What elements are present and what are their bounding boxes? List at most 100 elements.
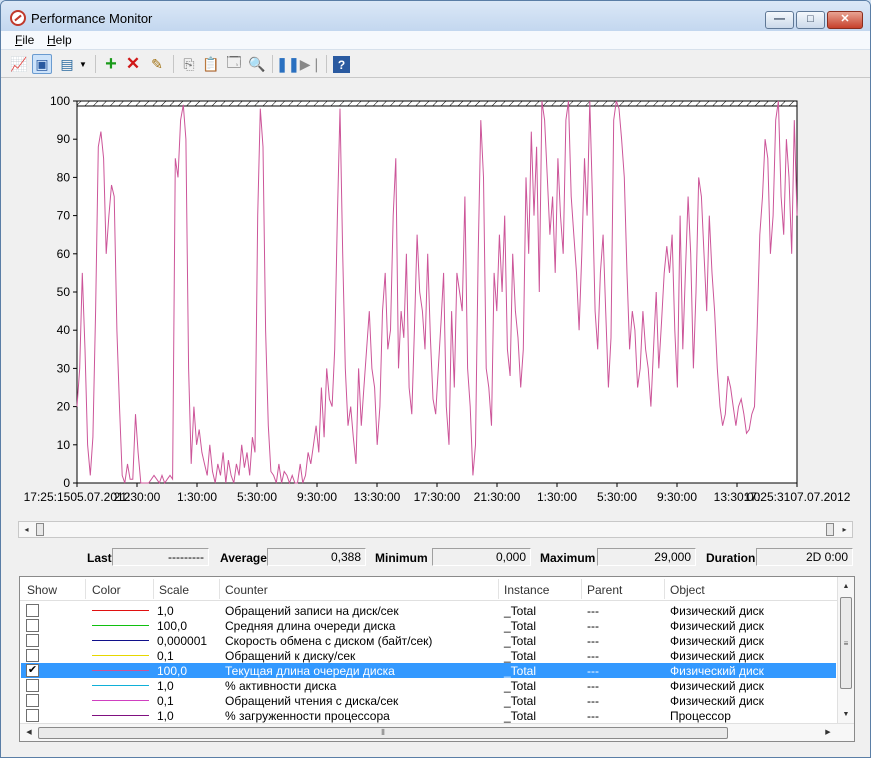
view-graph-icon: 📈 (10, 55, 28, 72)
vertical-scroll-thumb[interactable]: ≡ (840, 597, 852, 689)
legend-cell-parent: --- (587, 694, 599, 708)
legend-cell-parent: --- (587, 604, 599, 618)
column-header-object[interactable]: Object (670, 583, 705, 597)
line-chart[interactable]: 100908070605040302010017:25:1505.07.2012… (1, 79, 870, 519)
legend-row[interactable]: 1,0 % загруженности процессора _Total --- Пр… (21, 708, 836, 723)
legend-cell-scale: 0,000001 (157, 634, 208, 648)
close-button[interactable]: ✕ (827, 11, 863, 29)
show-checkbox[interactable] (26, 679, 39, 692)
delete-counter-button[interactable]: ✕ (123, 54, 143, 74)
column-header-counter[interactable]: Counter (225, 583, 268, 597)
scroll-left-icon[interactable]: ◀ (21, 725, 37, 740)
graph-type-dropdown[interactable]: ▼ (77, 54, 89, 74)
freeze-display-button[interactable]: ❚❚ (276, 54, 299, 74)
x-tick-label: 5:30:00 (237, 490, 277, 504)
menu-file[interactable]: File (15, 33, 34, 47)
legend-row[interactable]: ✔ 100,0 Текущая длина очереди диска _Total -… (21, 663, 836, 678)
scroll-right-icon[interactable]: ▸ (837, 522, 852, 537)
column-divider[interactable] (85, 579, 86, 599)
add-counter-button[interactable]: + (101, 52, 121, 75)
close-icon: ✕ (840, 13, 850, 25)
show-checkbox[interactable] (26, 709, 39, 722)
scroll-right-icon[interactable]: ▶ (820, 725, 836, 740)
show-checkbox[interactable]: ✔ (26, 664, 39, 677)
legend-row[interactable]: 100,0 Средняя длина очереди диска _Total --… (21, 618, 836, 633)
scroll-left-icon[interactable]: ◂ (19, 522, 34, 537)
view-report-button[interactable]: ▤ (57, 54, 77, 74)
copy-properties-button[interactable]: ⎘ (179, 54, 199, 74)
column-divider[interactable] (581, 579, 582, 599)
legend-cell-counter: Скорость обмена с диском (байт/сек) (225, 634, 433, 648)
paste-counter-list-button[interactable]: 📋 (201, 54, 221, 74)
toolbar-separator (173, 55, 174, 73)
highlight-icon: ✎ (151, 55, 163, 72)
column-header-scale[interactable]: Scale (159, 583, 189, 597)
legend-vertical-scrollbar[interactable]: ▲ ≡ ▼ (837, 577, 854, 723)
maximize-button[interactable]: □ (796, 11, 825, 29)
view-graph-button[interactable]: 📈 (9, 54, 29, 74)
maximum-value: 29,000 (597, 548, 696, 566)
legend-cell-object: Физический диск (670, 679, 764, 693)
column-header-instance[interactable]: Instance (504, 583, 549, 597)
scroll-down-icon[interactable]: ▼ (838, 707, 854, 722)
time-range-start-handle[interactable] (36, 523, 44, 536)
window-title: Performance Monitor (31, 11, 153, 26)
time-range-end-handle[interactable] (826, 523, 834, 536)
menu-help[interactable]: Help (47, 33, 72, 47)
legend-row[interactable]: 1,0 Обращений записи на диск/сек _Total ---… (21, 603, 836, 618)
legend-row[interactable]: 1,0 % активности диска _Total --- Физический… (21, 678, 836, 693)
color-swatch (92, 670, 149, 671)
x-tick-label: 1:30:00 (177, 490, 217, 504)
legend-cell-parent: --- (587, 664, 599, 678)
y-tick-label: 10 (57, 438, 71, 452)
add-counter-icon: + (105, 52, 117, 75)
show-checkbox[interactable] (26, 649, 39, 662)
column-divider[interactable] (498, 579, 499, 599)
scroll-up-icon[interactable]: ▲ (838, 579, 854, 594)
title-bar[interactable]: Performance Monitor — □ ✕ (1, 1, 870, 31)
column-header-parent[interactable]: Parent (587, 583, 622, 597)
legend-cell-object: Физический диск (670, 634, 764, 648)
zoom-button[interactable]: 🔍 (247, 54, 267, 74)
statistics-bar: Last --------- Average 0,388 Minimum 0,0… (1, 546, 870, 568)
column-header-show[interactable]: Show (27, 583, 57, 597)
column-divider[interactable] (219, 579, 220, 599)
show-checkbox[interactable] (26, 634, 39, 647)
legend-row[interactable]: 0,000001 Скорость обмена с диском (байт/с… (21, 633, 836, 648)
horizontal-scroll-thumb[interactable]: ⦀ (38, 727, 728, 739)
performance-monitor-window: Performance Monitor — □ ✕ File Help 📈 ▣ … (0, 0, 871, 758)
legend-row[interactable]: 0,1 Обращений чтения с диска/сек _Total ---… (21, 693, 836, 708)
show-checkbox[interactable] (26, 604, 39, 617)
duration-value: 2D 0:00 (756, 548, 853, 566)
duration-label: Duration (706, 551, 756, 565)
properties-button[interactable]: 🗔 (224, 54, 244, 74)
minimize-button[interactable]: — (765, 11, 794, 29)
help-button[interactable]: ? (333, 56, 350, 73)
maximize-icon: □ (807, 13, 814, 25)
y-tick-label: 90 (57, 132, 71, 146)
legend-cell-scale: 0,1 (157, 694, 174, 708)
time-scrollbar[interactable]: ◂ ▸ (18, 521, 853, 538)
highlight-button[interactable]: ✎ (147, 54, 167, 74)
show-checkbox[interactable] (26, 619, 39, 632)
y-tick-label: 50 (57, 285, 71, 299)
legend-cell-instance: _Total (504, 679, 537, 693)
graph-area[interactable]: 100 90 80 70 60 50 40 30 20 10 0 17:25:1505.07.2012… (1, 79, 870, 519)
show-checkbox[interactable] (26, 694, 39, 707)
x-tick-label: 1:30:00 (537, 490, 577, 504)
update-data-button[interactable]: ▶❘ (300, 54, 323, 74)
column-header-color[interactable]: Color (92, 583, 121, 597)
legend-row[interactable]: 0,1 Обращений к диску/сек _Total --- Физичес… (21, 648, 836, 663)
legend-horizontal-scrollbar[interactable]: ◀ ⦀ ▶ (20, 723, 854, 741)
column-divider[interactable] (664, 579, 665, 599)
minimum-label: Minimum (375, 551, 428, 565)
column-divider[interactable] (153, 579, 154, 599)
change-graph-type-button[interactable]: ▣ (32, 54, 52, 74)
plot-area[interactable] (76, 100, 798, 484)
legend-cell-scale: 100,0 (157, 619, 188, 633)
last-value: --------- (112, 548, 209, 566)
legend-cell-counter: Обращений чтения с диска/сек (225, 694, 399, 708)
y-tick-label: 20 (57, 400, 71, 414)
y-tick-label: 80 (57, 170, 71, 184)
legend-cell-object: Физический диск (670, 694, 764, 708)
